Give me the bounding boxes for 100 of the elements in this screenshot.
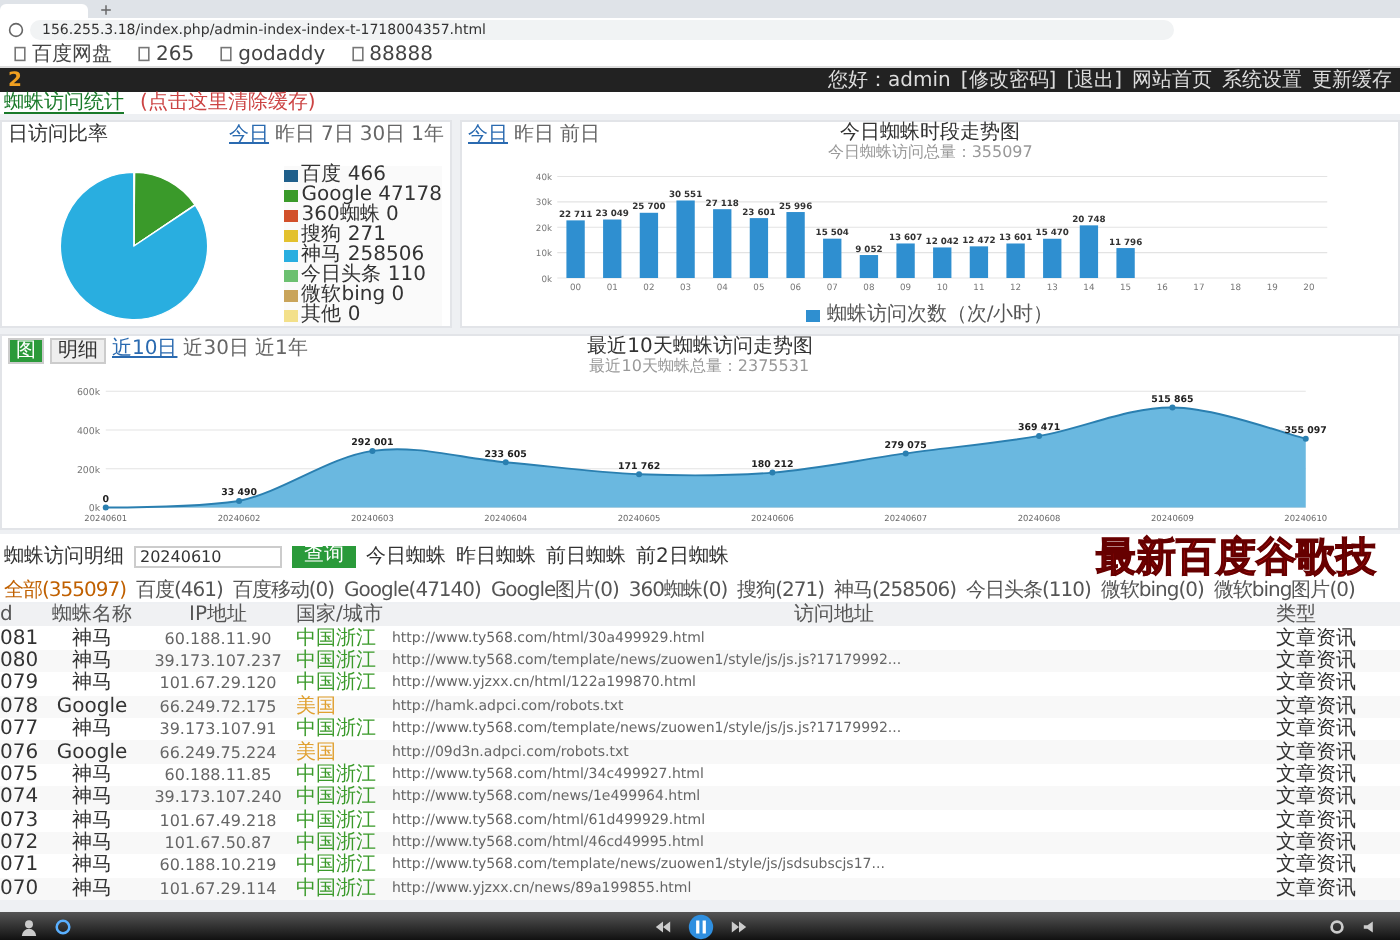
data-point [369, 447, 376, 454]
table-cell-text: 39.173.107.237 [152, 649, 284, 672]
bar [639, 212, 659, 278]
header-action-link[interactable]: 系统设置 [1222, 69, 1302, 91]
user-icon[interactable] [20, 917, 38, 935]
column-header: 国家/城市 [296, 604, 385, 627]
table-cell-text: 39.173.107.240 [152, 786, 284, 809]
spider-filter-link[interactable]: 搜狗(271) [737, 579, 825, 601]
view-toggle[interactable]: 明细 [50, 338, 106, 364]
table-cell-text: 文章资讯 [1276, 854, 1358, 877]
range-link[interactable]: 前日 [560, 124, 600, 146]
pause-button-icon[interactable] [687, 913, 713, 939]
spider-filter-link[interactable]: 微软bing图片(0) [1213, 579, 1355, 601]
table-cell-text: 078 [0, 695, 41, 718]
table-cell-text: 神马 [70, 649, 114, 672]
spider-filter-link[interactable]: Google图片(0) [490, 579, 619, 601]
range-link[interactable]: 近10日 [112, 338, 178, 360]
table-cell-text: 文章资讯 [1276, 786, 1358, 809]
spider-filter-link[interactable]: 今日头条(110) [966, 579, 1091, 601]
table-cell-text: 101.67.29.114 [157, 877, 279, 900]
tab[interactable]: 蜘蛛访问统计 [4, 92, 124, 114]
table-cell-text: 文章资讯 [1276, 649, 1358, 672]
range-link[interactable]: 1年 [411, 124, 444, 146]
bookmark-link[interactable]: 265 [136, 43, 195, 65]
range-link[interactable]: 今日 [468, 124, 508, 146]
caption-overlay: 最新百度谷歌技 [1096, 534, 1376, 578]
quick-filter-link[interactable]: 前2日蜘蛛 [636, 545, 729, 567]
range-link[interactable]: 近1年 [254, 338, 308, 360]
bookmark-link[interactable]: godaddy [218, 43, 326, 65]
column-header: 类型 [1276, 604, 1318, 627]
header-link[interactable]: [修改密码] [960, 69, 1057, 91]
legend-label: 微软bing 0 [301, 286, 405, 306]
quick-filter-link[interactable]: 今日蜘蛛 [366, 545, 446, 567]
spider-filter-link[interactable]: 360蜘蛛(0) [628, 579, 728, 601]
detail-label: 蜘蛛访问明细 [4, 545, 124, 567]
range-link[interactable]: 今日 [229, 124, 270, 146]
table-cell-text: 66.249.75.224 [157, 741, 279, 764]
legend-label: Google 47178 [301, 186, 442, 206]
column-header: IP地址 [187, 604, 249, 627]
date-field[interactable]: 20240610 [134, 545, 282, 567]
column-header: 访问地址 [792, 604, 876, 627]
circle-icon[interactable] [54, 917, 72, 935]
info-icon[interactable] [8, 22, 24, 38]
bar [1079, 225, 1099, 278]
spider-filter-link[interactable]: 微软bing(0) [1100, 579, 1204, 601]
table-cell-text: 文章资讯 [1276, 877, 1358, 900]
range-link[interactable]: 7日 [321, 124, 354, 146]
rewind-icon[interactable] [653, 917, 671, 935]
table-cell-text: 文章资讯 [1276, 672, 1358, 695]
table-cell-text: 神马 [70, 809, 114, 832]
table-cell-text: 神马 [70, 877, 114, 900]
bar [1116, 248, 1135, 278]
spider-filter-link[interactable]: 神马(258506) [834, 579, 957, 601]
spider-filter-link[interactable]: 百度移动(0) [232, 579, 335, 601]
table-cell-text: 079 [0, 672, 41, 695]
data-point [1302, 435, 1309, 442]
page-icon [218, 46, 235, 62]
greeting-text: 您好：admin [828, 69, 951, 91]
quick-filter-link[interactable]: 昨日蜘蛛 [456, 545, 536, 567]
data-point [502, 459, 509, 466]
chart-subtitle: 今日蜘蛛访问总量：355097 [827, 146, 1033, 162]
range-link[interactable]: 30日 [359, 124, 406, 146]
fast-forward-icon[interactable] [729, 917, 747, 935]
table-cell-text: 073 [0, 809, 41, 832]
table-cell-text: 神马 [70, 854, 114, 877]
region-tag: 中国浙江 [296, 832, 376, 855]
table-cell-text: 文章资讯 [1276, 718, 1358, 741]
legend-label: 360蜘蛛 0 [301, 206, 399, 226]
spider-filter-link[interactable]: 百度(461) [135, 579, 223, 601]
chart-title: 最近10天蜘蛛访问走势图 [587, 336, 813, 358]
header-link[interactable]: [退出] [1066, 69, 1122, 91]
bookmark-link[interactable]: 百度网盘 [12, 43, 112, 65]
legend-label: 百度 466 [301, 166, 386, 186]
table-cell-text: 60.188.11.85 [162, 763, 274, 786]
region-tag: 中国浙江 [296, 809, 376, 832]
table-cell-text: Google [54, 695, 130, 718]
bar [676, 200, 695, 278]
region-tag: 中国浙江 [296, 718, 376, 741]
table-cell-text: 神马 [70, 672, 114, 695]
range-link[interactable]: 昨日 [275, 124, 316, 146]
header-action-link[interactable]: 更新缓存 [1312, 69, 1392, 91]
spider-filter-link[interactable]: 全部(355097) [4, 579, 126, 601]
legend-label: 今日头条 110 [301, 266, 426, 286]
table-cell-text: 文章资讯 [1276, 832, 1358, 855]
table-cell-text: 神马 [70, 763, 114, 786]
view-toggle[interactable]: 图 [8, 338, 44, 364]
tab[interactable]: (点击这里清除缓存) [140, 92, 316, 114]
bar [749, 218, 769, 278]
legend-label: 神马 258506 [301, 246, 425, 266]
spider-filter-link[interactable]: Google(47140) [344, 579, 481, 601]
range-link[interactable]: 近30日 [183, 338, 249, 360]
bookmark-link[interactable]: 88888 [349, 43, 433, 65]
region-tag: 中国浙江 [296, 763, 376, 786]
bar [713, 209, 732, 278]
legend-label: 搜狗 271 [301, 226, 386, 246]
page-icon [136, 46, 152, 62]
header-action-link[interactable]: 网站首页 [1132, 69, 1212, 91]
plus-icon[interactable] [100, 4, 112, 16]
quick-filter-link[interactable]: 前日蜘蛛 [546, 545, 626, 567]
range-link[interactable]: 昨日 [514, 124, 554, 146]
